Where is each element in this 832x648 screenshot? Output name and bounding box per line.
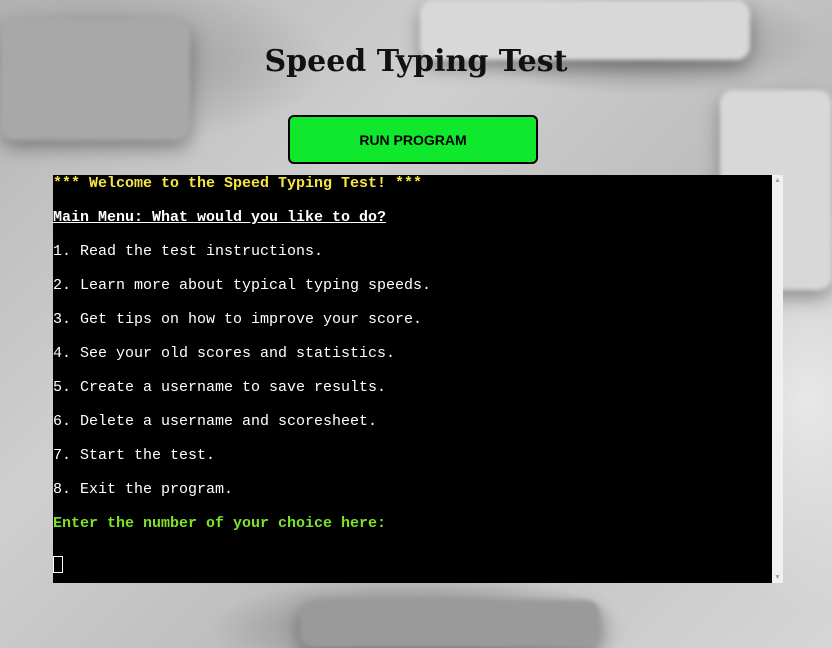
terminal-input[interactable] (53, 549, 772, 583)
menu-option: 3. Get tips on how to improve your score… (53, 311, 423, 328)
page-title: Speed Typing Test (264, 44, 568, 79)
menu-title: Main Menu: What would you like to do? (53, 209, 387, 226)
run-program-button[interactable]: RUN PROGRAM (288, 115, 538, 164)
background-key (0, 20, 190, 140)
triangle-down-icon[interactable]: ▼ (774, 574, 781, 581)
menu-option: 8. Exit the program. (53, 481, 234, 498)
input-prompt: Enter the number of your choice here: (53, 515, 387, 532)
menu-option: 2. Learn more about typical typing speed… (53, 277, 432, 294)
scrollbar[interactable]: ▲ ▼ (772, 175, 783, 583)
terminal[interactable]: *** Welcome to the Speed Typing Test! **… (53, 175, 783, 583)
background-key (300, 600, 600, 648)
menu-option: 5. Create a username to save results. (53, 379, 387, 396)
triangle-up-icon[interactable]: ▲ (774, 177, 781, 184)
menu-option: 4. See your old scores and statistics. (53, 345, 396, 362)
menu-option: 6. Delete a username and scoresheet. (53, 413, 378, 430)
welcome-message: *** Welcome to the Speed Typing Test! **… (53, 175, 423, 192)
menu-option: 1. Read the test instructions. (53, 243, 324, 260)
menu-option: 7. Start the test. (53, 447, 216, 464)
text-cursor (53, 556, 63, 573)
